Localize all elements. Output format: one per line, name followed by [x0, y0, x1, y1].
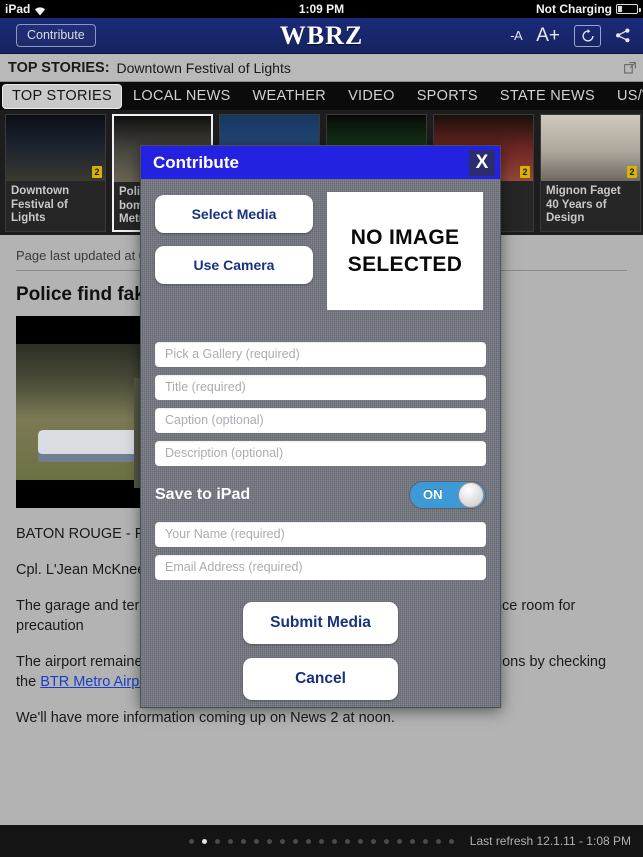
external-link-icon[interactable]: [624, 61, 636, 74]
carousel-item[interactable]: 2 Mignon Faget 40 Years of Design: [540, 114, 641, 232]
page-dot[interactable]: [280, 838, 285, 844]
page-dot[interactable]: [410, 838, 415, 844]
tab-top-stories[interactable]: TOP STORIES: [2, 83, 122, 109]
your-name-input[interactable]: Your Name (required): [155, 522, 486, 547]
save-to-ipad-row: Save to iPad ON: [155, 480, 486, 509]
ios-status-bar: iPad 1:09 PM Not Charging: [0, 0, 643, 18]
battery-icon: [616, 4, 641, 14]
article-paragraph: We'll have more information coming up on…: [16, 710, 395, 726]
bottom-status-bar: Last refresh 12.1.11 - 1:08 PM: [0, 825, 643, 857]
page-dot[interactable]: [345, 838, 350, 844]
submit-media-button[interactable]: Submit Media: [243, 602, 398, 644]
metadata-fields: Pick a Gallery (required) Title (require…: [155, 342, 486, 466]
page-dot[interactable]: [358, 838, 363, 844]
page-dot[interactable]: [254, 838, 259, 844]
contact-fields: Your Name (required) Email Address (requ…: [155, 522, 486, 580]
page-dot[interactable]: [332, 838, 337, 844]
ipad-app-screen: iPad 1:09 PM Not Charging Contribute WBR…: [0, 0, 643, 857]
app-toolbar: Contribute WBRZ -A A+: [0, 18, 643, 54]
page-dot[interactable]: [306, 838, 311, 844]
contribute-modal: Contribute X Select Media Use Camera NO …: [140, 145, 501, 708]
channel-badge: 2: [520, 166, 530, 178]
tab-sports[interactable]: SPORTS: [406, 86, 489, 106]
top-stories-ticker[interactable]: TOP STORIES: Downtown Festival of Lights: [0, 54, 643, 82]
save-to-ipad-toggle[interactable]: ON: [409, 480, 486, 509]
category-tabs: TOP STORIES LOCAL NEWS WEATHER VIDEO SPO…: [0, 82, 643, 110]
page-dot[interactable]: [397, 838, 402, 844]
modal-title-bar: Contribute X: [141, 146, 500, 179]
toggle-state-label: ON: [423, 487, 443, 502]
page-indicator-dots[interactable]: [0, 838, 643, 844]
media-selection-row: Select Media Use Camera NO IMAGE SELECTE…: [155, 192, 486, 310]
description-input[interactable]: Description (optional): [155, 441, 486, 466]
photo-police-car: [38, 430, 146, 462]
no-image-line-2: SELECTED: [347, 253, 463, 276]
page-dot[interactable]: [384, 838, 389, 844]
ticker-label: TOP STORIES:: [8, 59, 110, 76]
page-dot[interactable]: [423, 838, 428, 844]
page-dot[interactable]: [449, 838, 454, 844]
image-preview-placeholder: NO IMAGE SELECTED: [327, 192, 483, 310]
channel-badge: 2: [92, 166, 102, 178]
email-address-input[interactable]: Email Address (required): [155, 555, 486, 580]
gallery-input[interactable]: Pick a Gallery (required): [155, 342, 486, 367]
cancel-button[interactable]: Cancel: [243, 658, 398, 700]
page-dot[interactable]: [241, 838, 246, 844]
page-dot[interactable]: [215, 838, 220, 844]
thumbnail-image: 2: [541, 115, 640, 181]
ticker-headline[interactable]: Downtown Festival of Lights: [117, 60, 291, 76]
use-camera-button[interactable]: Use Camera: [155, 246, 313, 284]
carousel-item[interactable]: 2 Downtown Festival of Lights: [5, 114, 106, 232]
page-dot[interactable]: [293, 838, 298, 844]
thumbnail-title: Mignon Faget 40 Years of Design: [546, 185, 621, 224]
tab-local-news[interactable]: LOCAL NEWS: [122, 86, 242, 106]
modal-actions: Submit Media Cancel: [155, 602, 486, 700]
save-to-ipad-label: Save to iPad: [155, 485, 251, 503]
wbrz-logo: WBRZ: [279, 20, 364, 50]
page-dot[interactable]: [267, 838, 272, 844]
modal-body: Select Media Use Camera NO IMAGE SELECTE…: [141, 179, 500, 700]
thumbnail-image: 2: [6, 115, 105, 181]
tab-us-world[interactable]: US/WO: [606, 86, 643, 106]
no-image-line-1: NO IMAGE: [350, 226, 460, 249]
status-clock: 1:09 PM: [298, 2, 345, 16]
page-dot[interactable]: [202, 838, 207, 844]
page-dot[interactable]: [371, 838, 376, 844]
caption-input[interactable]: Caption (optional): [155, 408, 486, 433]
media-buttons: Select Media Use Camera: [155, 192, 313, 310]
page-dot[interactable]: [189, 838, 194, 844]
select-media-button[interactable]: Select Media: [155, 195, 313, 233]
page-dot[interactable]: [436, 838, 441, 844]
channel-badge: 2: [627, 166, 637, 178]
modal-title-text: Contribute: [153, 152, 239, 172]
tab-weather[interactable]: WEATHER: [242, 86, 338, 106]
tab-video[interactable]: VIDEO: [337, 86, 406, 106]
page-dot[interactable]: [228, 838, 233, 844]
toggle-knob[interactable]: [458, 481, 484, 508]
tab-state-news[interactable]: STATE NEWS: [489, 86, 606, 106]
thumbnail-title: Downtown Festival of Lights: [11, 185, 70, 224]
close-icon[interactable]: X: [469, 149, 495, 176]
page-dot[interactable]: [319, 838, 324, 844]
title-input[interactable]: Title (required): [155, 375, 486, 400]
